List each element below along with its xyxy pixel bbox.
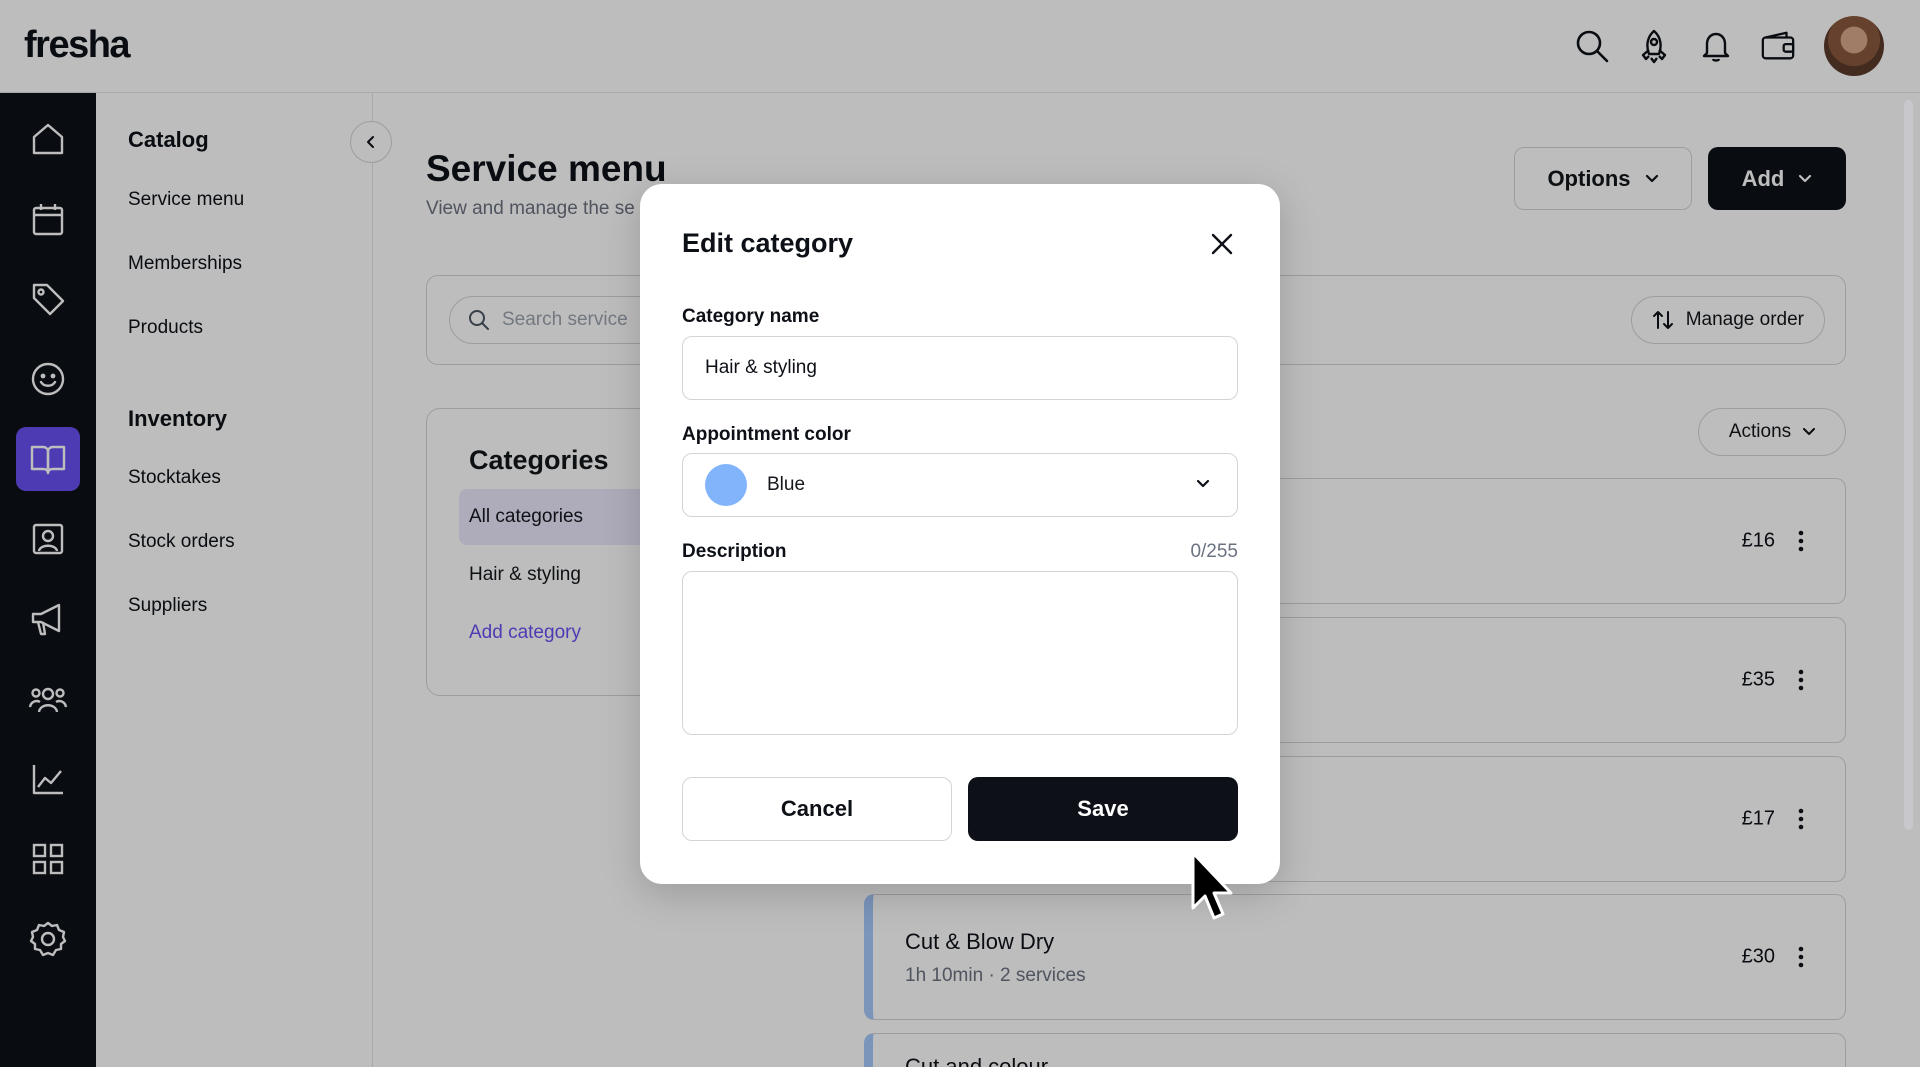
close-icon[interactable] bbox=[1206, 228, 1238, 260]
description-char-count: 0/255 bbox=[1190, 541, 1238, 562]
category-name-input[interactable] bbox=[682, 336, 1238, 400]
description-textarea[interactable] bbox=[682, 571, 1238, 735]
save-button[interactable]: Save bbox=[968, 777, 1238, 841]
page-scrollbar[interactable] bbox=[1904, 100, 1913, 830]
appointment-color-value: Blue bbox=[767, 474, 806, 495]
category-name-label: Category name bbox=[682, 306, 820, 327]
edit-category-modal: Edit category Category name Appointment … bbox=[640, 184, 1280, 884]
appointment-color-select[interactable]: Blue bbox=[682, 453, 1238, 517]
mouse-cursor-icon bbox=[1191, 851, 1233, 920]
modal-title: Edit category bbox=[682, 228, 854, 258]
color-swatch bbox=[705, 464, 747, 506]
description-label: Description bbox=[682, 541, 787, 562]
appointment-color-label: Appointment color bbox=[682, 424, 851, 445]
chevron-down-icon bbox=[1196, 479, 1210, 488]
cancel-button[interactable]: Cancel bbox=[682, 777, 952, 841]
